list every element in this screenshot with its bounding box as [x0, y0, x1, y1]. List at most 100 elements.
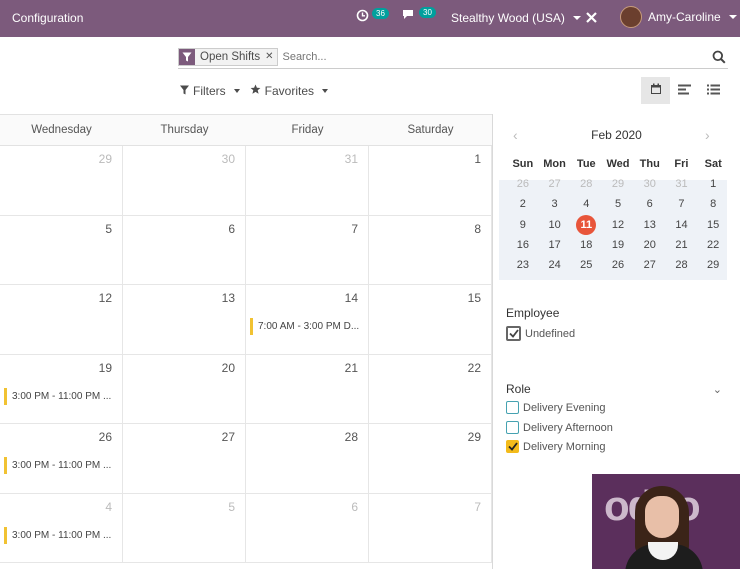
day-number: 13	[221, 291, 235, 305]
mini-calendar-day[interactable]: 13	[634, 215, 666, 235]
mini-calendar-day[interactable]: 20	[634, 235, 666, 255]
view-switcher	[641, 77, 728, 104]
calendar-day-cell[interactable]: 20	[123, 354, 246, 424]
calendar-day-cell[interactable]: 22	[369, 354, 492, 424]
today-marker: 11	[576, 214, 597, 235]
menu-configuration[interactable]: Configuration	[12, 11, 83, 25]
calendar-day-cell[interactable]: 7	[369, 493, 492, 563]
messages-button[interactable]: 30	[402, 7, 436, 24]
mini-calendar-day[interactable]: 31	[666, 174, 698, 194]
search-icon[interactable]	[712, 50, 726, 69]
search-input[interactable]	[282, 51, 703, 63]
shift-event[interactable]: 3:00 PM - 11:00 PM ...	[4, 526, 118, 544]
mini-calendar-day[interactable]: 3	[539, 194, 571, 214]
chevron-right-icon[interactable]: ›	[705, 127, 710, 143]
employee-filter-undefined[interactable]: Undefined	[506, 326, 575, 341]
calendar-day-cell[interactable]: 31	[246, 146, 369, 216]
calendar-day-cell[interactable]: 7	[246, 215, 369, 285]
calendar-day-cell[interactable]: 21	[246, 354, 369, 424]
mini-calendar-day[interactable]: 28	[570, 174, 602, 194]
mini-calendar-day[interactable]: 29	[602, 174, 634, 194]
day-number: 28	[344, 430, 358, 444]
calendar-day-cell[interactable]: 30	[123, 146, 246, 216]
mini-calendar-day[interactable]: 26	[602, 255, 634, 275]
mini-calendar-day[interactable]: 2	[507, 194, 539, 214]
list-view-button[interactable]	[699, 77, 728, 104]
calendar-day-cell[interactable]: 5	[0, 215, 123, 285]
calendar-day-cell[interactable]: 6	[123, 215, 246, 285]
calendar-day-cell[interactable]: 4 3:00 PM - 11:00 PM ...	[0, 493, 123, 563]
mini-calendar-day[interactable]: 17	[539, 235, 571, 255]
mini-calendar-day[interactable]: 28	[666, 255, 698, 275]
mini-calendar-day[interactable]: 27	[539, 174, 571, 194]
calendar-day-cell[interactable]: 8	[369, 215, 492, 285]
shift-event[interactable]: 3:00 PM - 11:00 PM ...	[4, 387, 118, 405]
close-icon[interactable]: ✕	[265, 49, 278, 65]
weekday-label: Sat	[704, 158, 722, 170]
checkbox[interactable]	[506, 401, 519, 414]
search-facet[interactable]: Open Shifts ✕	[178, 48, 279, 66]
role-filter-delivery-afternoon[interactable]: Delivery Afternoon	[506, 421, 613, 434]
checkbox[interactable]	[506, 421, 519, 434]
calendar-day-cell[interactable]: 26 3:00 PM - 11:00 PM ...	[0, 424, 123, 494]
mini-calendar-day[interactable]: 15	[697, 215, 729, 235]
mini-calendar-day[interactable]: 24	[539, 255, 571, 275]
chevron-down-icon	[322, 89, 329, 93]
mini-calendar-day[interactable]: 23	[507, 255, 539, 275]
user-menu[interactable]: Amy-Caroline	[620, 6, 737, 28]
company-switcher[interactable]: Stealthy Wood (USA)	[451, 11, 581, 25]
calendar-day-cell[interactable]: 27	[123, 424, 246, 494]
mini-calendar-day[interactable]: 19	[602, 235, 634, 255]
favorites-dropdown[interactable]: Favorites	[250, 84, 329, 98]
checkbox-checked[interactable]	[506, 326, 521, 341]
activities-button[interactable]: 36	[356, 7, 389, 25]
calendar-day-cell[interactable]: 5	[123, 493, 246, 563]
chevron-down-icon[interactable]: ⌄	[713, 383, 722, 396]
calendar-day-cell[interactable]: 6	[246, 493, 369, 563]
mini-calendar-day[interactable]: 9	[507, 215, 539, 235]
gantt-view-button[interactable]	[670, 77, 699, 104]
calendar-day-cell[interactable]: 12	[0, 285, 123, 355]
mini-calendar-day[interactable]: 16	[507, 235, 539, 255]
role-filter-delivery-evening[interactable]: Delivery Evening	[506, 401, 606, 414]
user-name: Amy-Caroline	[648, 10, 721, 24]
mini-calendar-day[interactable]: 27	[634, 255, 666, 275]
calendar-day-cell[interactable]: 29	[369, 424, 492, 494]
mini-calendar-day[interactable]: 5	[602, 194, 634, 214]
mini-calendar-day[interactable]: 4	[570, 194, 602, 214]
filters-dropdown[interactable]: Filters	[180, 84, 240, 98]
debug-tools-button[interactable]	[585, 11, 598, 27]
mini-calendar-day[interactable]: 12	[602, 215, 634, 235]
mini-calendar-day[interactable]: 1	[697, 174, 729, 194]
calendar-day-cell[interactable]: 15	[369, 285, 492, 355]
chevron-down-icon	[233, 89, 240, 93]
calendar-day-cell[interactable]: 19 3:00 PM - 11:00 PM ...	[0, 354, 123, 424]
mini-calendar-day[interactable]: 10	[539, 215, 571, 235]
mini-calendar-day[interactable]: 30	[634, 174, 666, 194]
mini-calendar-day[interactable]: 25	[570, 255, 602, 275]
calendar-day-cell[interactable]: 29	[0, 146, 123, 216]
day-name: Saturday	[407, 124, 454, 136]
day-number: 5	[228, 499, 235, 514]
shift-event[interactable]: 7:00 AM - 3:00 PM D...	[250, 318, 364, 335]
mini-calendar-day[interactable]: 18	[570, 235, 602, 255]
mini-calendar-day[interactable]: 21	[666, 235, 698, 255]
shift-event[interactable]: 3:00 PM - 11:00 PM ...	[4, 457, 118, 474]
calendar-day-cell[interactable]: 14 7:00 AM - 3:00 PM D...	[246, 285, 369, 355]
calendar-day-cell[interactable]: 13	[123, 285, 246, 355]
calendar-day-cell[interactable]: 1	[369, 146, 492, 216]
calendar-view-button[interactable]	[641, 77, 670, 104]
mini-calendar-day[interactable]: 6	[634, 194, 666, 214]
mini-calendar-day[interactable]: 14	[666, 215, 698, 235]
calendar-day-cell[interactable]: 28	[246, 424, 369, 494]
mini-calendar-day[interactable]: 22	[697, 235, 729, 255]
mini-calendar-day[interactable]: 11	[570, 214, 602, 235]
chat-icon	[402, 9, 416, 24]
mini-calendar-day[interactable]: 26	[507, 174, 539, 194]
mini-calendar-day[interactable]: 8	[697, 194, 729, 214]
mini-calendar-day[interactable]: 29	[697, 255, 729, 275]
checkbox-checked[interactable]	[506, 440, 519, 453]
day-number: 15	[467, 291, 481, 305]
role-filter-delivery-morning[interactable]: Delivery Morning	[506, 440, 606, 453]
mini-calendar-day[interactable]: 7	[666, 194, 698, 214]
